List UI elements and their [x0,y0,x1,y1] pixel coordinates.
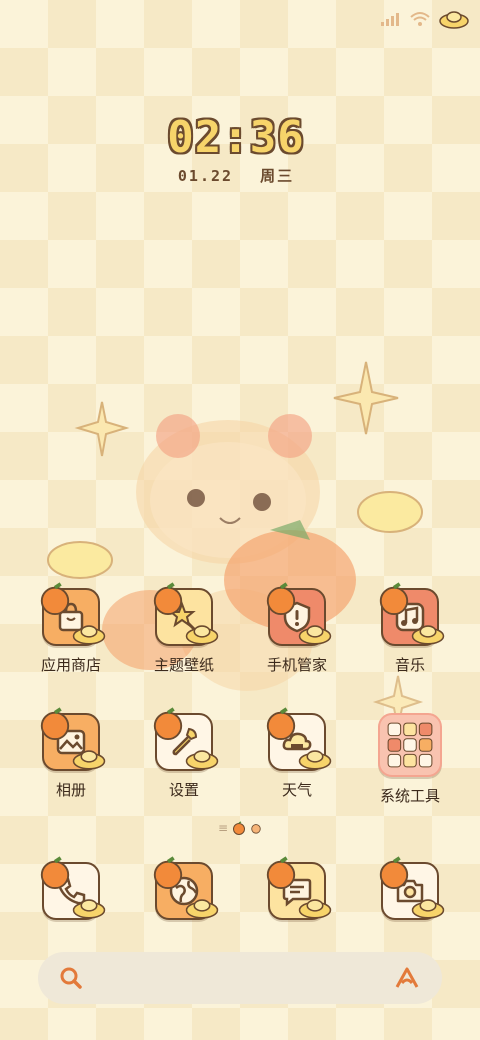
dock-messages-tile[interactable] [266,856,332,920]
folder-system-tools[interactable]: 系统工具 [360,713,460,806]
gold-ingot-icon [185,625,219,645]
battery-icon [438,8,470,34]
app-gallery-tile[interactable] [40,707,106,771]
app-phone-manager[interactable]: 手机管家 [247,582,347,675]
signal-icon [380,11,402,31]
dock-messages[interactable] [247,856,347,920]
assistant-icon[interactable] [392,965,422,991]
gold-ingot-icon [298,750,332,770]
tangerine-dot-icon [251,824,261,834]
app-music-tile[interactable] [379,582,445,646]
app-label: 手机管家 [266,656,327,674]
status-bar [380,8,470,34]
gold-ingot-icon [185,899,219,919]
gold-ingot-icon [411,625,445,645]
gold-ingot-icon [185,750,219,770]
app-store[interactable]: 应用商店 [21,582,121,675]
gold-ingot-icon [298,625,332,645]
search-icon[interactable] [58,965,84,991]
dock-browser-tile[interactable] [153,856,219,920]
dock-phone[interactable] [21,856,121,920]
tangerine-badge-icon [40,582,70,616]
app-settings-tile[interactable] [153,707,219,771]
folder-system-tools-tile[interactable] [378,713,442,777]
tangerine-badge-icon [266,582,296,616]
app-label: 设置 [168,781,199,799]
app-store-tile[interactable] [40,582,106,646]
tangerine-badge-icon [379,856,409,890]
app-label: 系统工具 [379,787,440,805]
app-phone-manager-tile[interactable] [266,582,332,646]
app-themes[interactable]: 主题壁纸 [134,582,234,675]
app-label: 应用商店 [40,656,101,674]
dock-phone-tile[interactable] [40,856,106,920]
search-bar[interactable] [38,952,442,1004]
tangerine-badge-icon [40,856,70,890]
page-indicator[interactable]: ≡ [0,821,480,835]
app-gallery[interactable]: 相册 [21,707,121,800]
app-label: 主题壁纸 [153,656,214,674]
tangerine-dot-icon [233,821,246,835]
dock-camera-tile[interactable] [379,856,445,920]
app-themes-tile[interactable] [153,582,219,646]
app-weather-tile[interactable] [266,707,332,771]
dock-browser[interactable] [134,856,234,920]
gold-ingot-icon [72,899,106,919]
dock-camera[interactable] [360,856,460,920]
app-weather[interactable]: 天气 [247,707,347,800]
tangerine-badge-icon [379,582,409,616]
clock-date-row: 01.22 周三 [0,165,472,186]
clock-time[interactable]: 02:36 [0,112,472,163]
menu-lines-icon: ≡ [217,821,229,835]
app-label: 相册 [55,781,86,799]
app-label: 天气 [281,781,312,799]
gold-ingot-icon [72,750,106,770]
wifi-icon [410,11,430,31]
gold-ingot-icon [411,899,445,919]
tangerine-badge-icon [266,856,296,890]
clock-date: 01.22 [177,167,234,185]
tangerine-badge-icon [153,707,183,741]
app-settings[interactable]: 设置 [134,707,234,800]
tangerine-badge-icon [153,856,183,890]
clock-weekday: 周三 [260,167,295,185]
gold-ingot-icon [298,899,332,919]
app-label: 音乐 [394,656,425,674]
tangerine-badge-icon [266,707,296,741]
tangerine-badge-icon [153,582,183,616]
app-music[interactable]: 音乐 [360,582,460,675]
gold-ingot-icon [72,625,106,645]
folder-grid-icon [387,722,433,768]
tangerine-badge-icon [40,707,70,741]
